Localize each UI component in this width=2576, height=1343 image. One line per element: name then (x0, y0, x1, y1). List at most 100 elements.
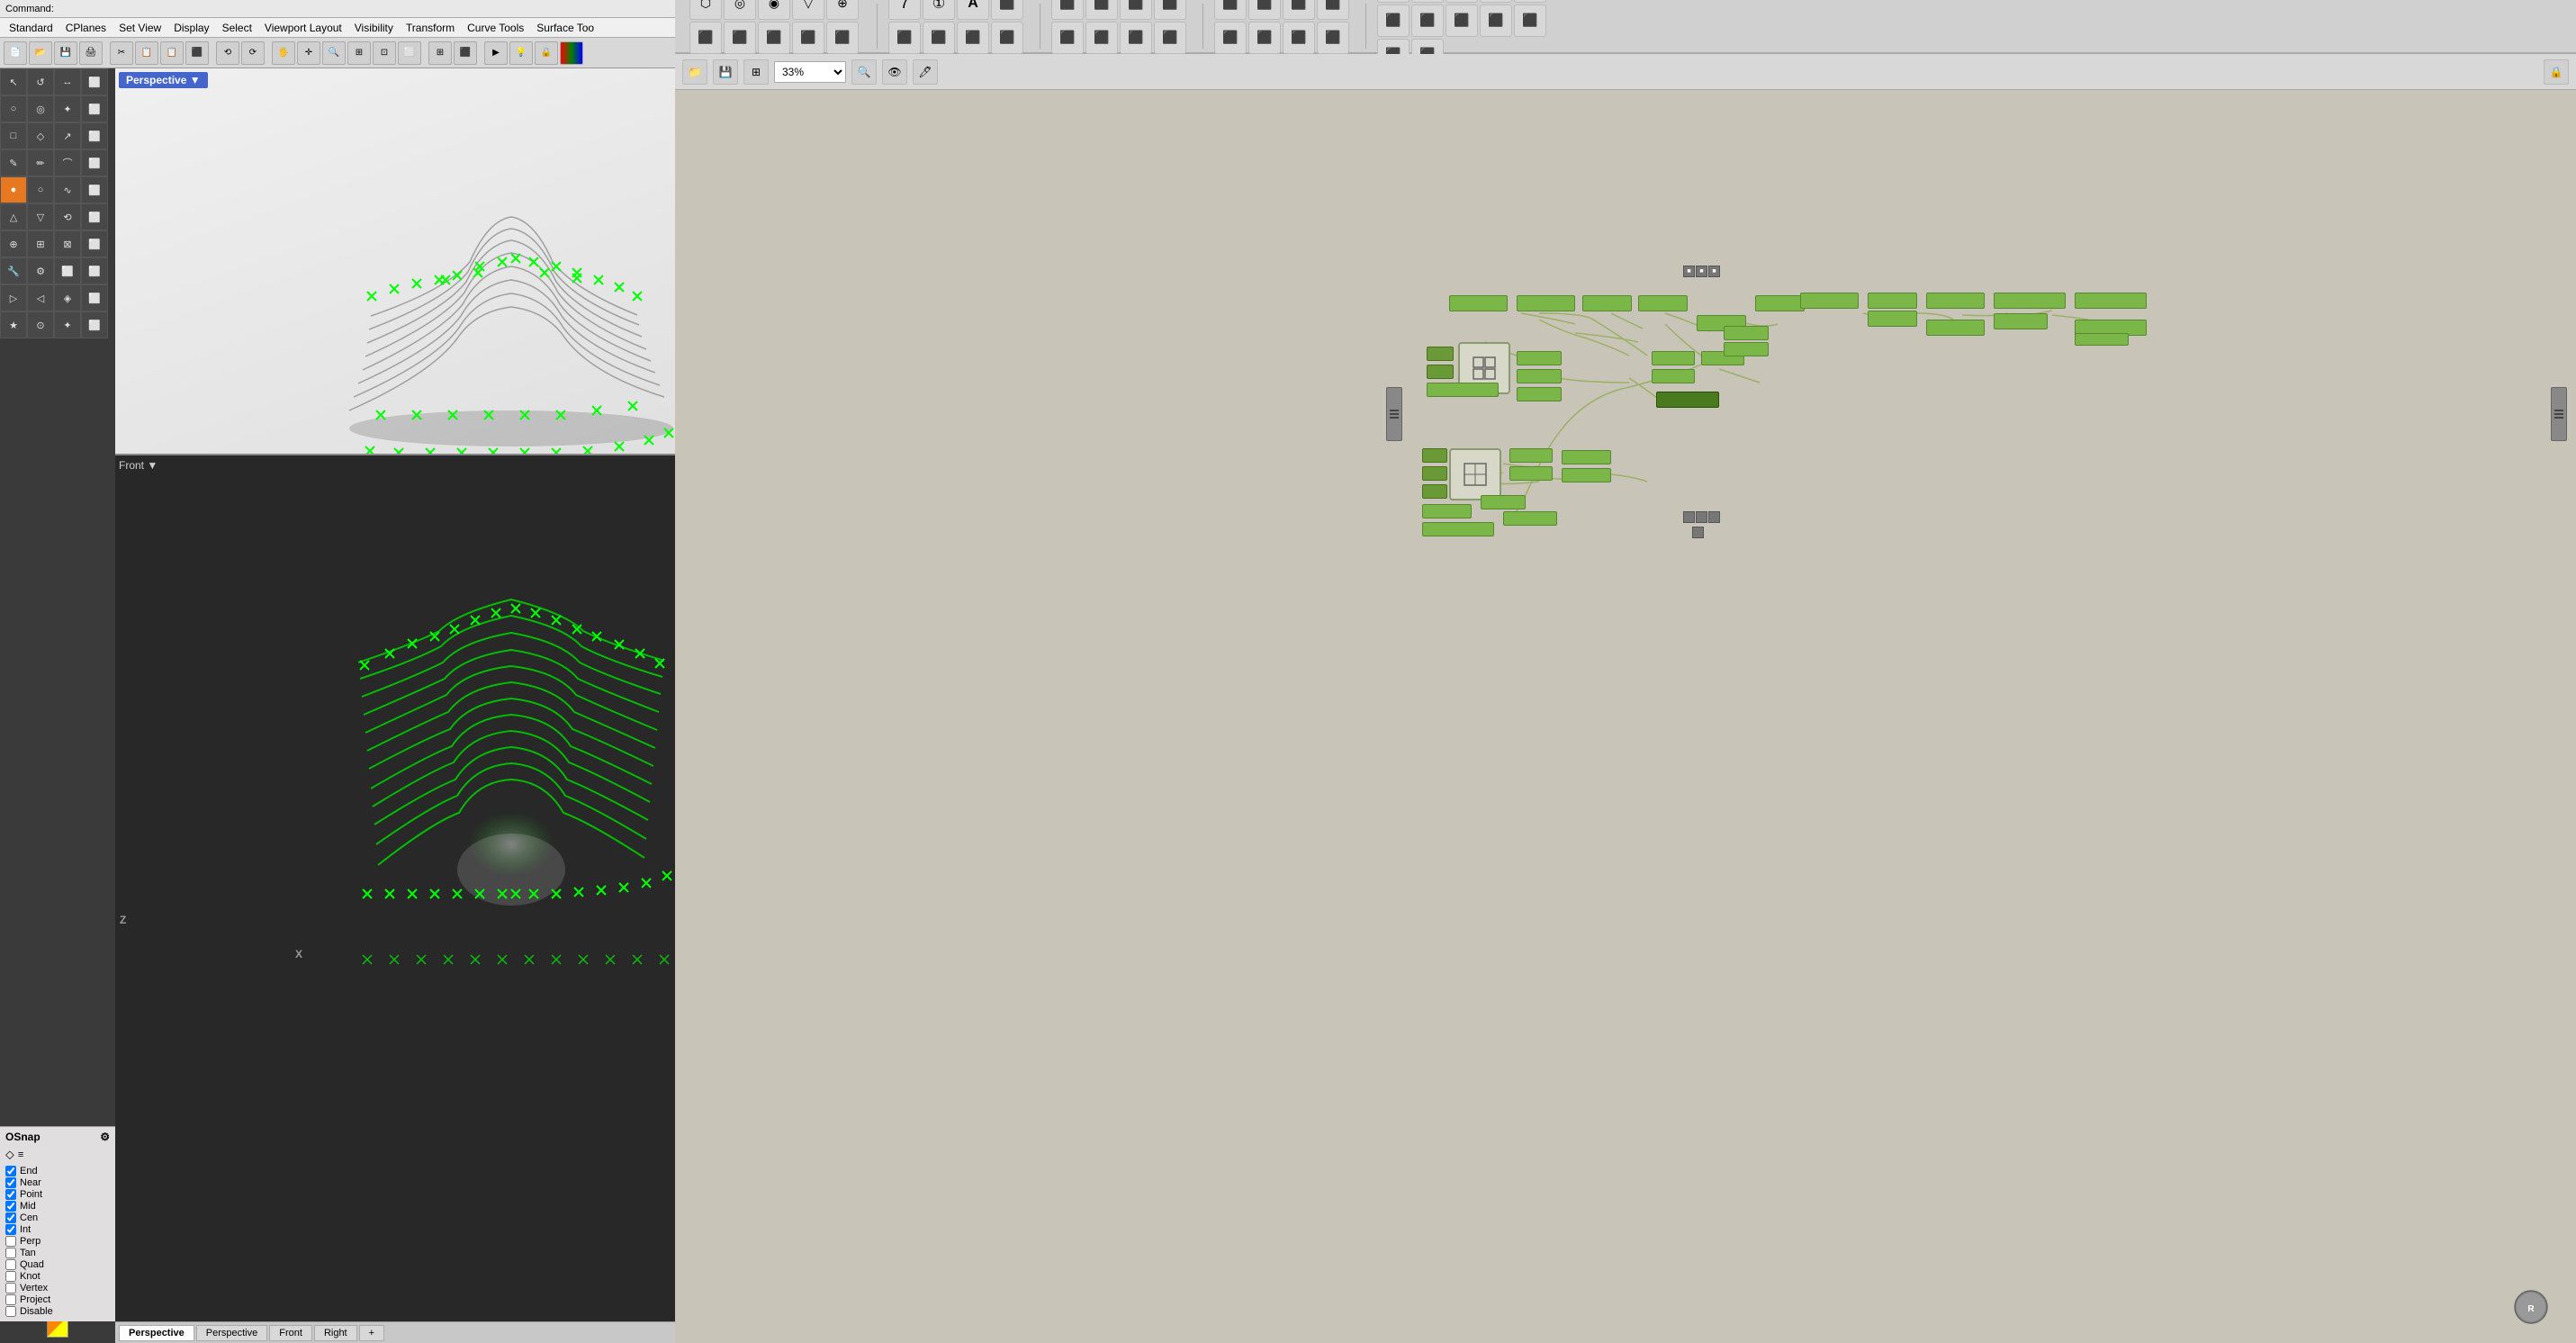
pencil-tool[interactable]: ✏ (27, 149, 54, 176)
gh-btn-6[interactable]: ⬛ (689, 22, 722, 54)
add-tool[interactable]: ⊕ (0, 230, 27, 257)
osnap-disable[interactable]: Disable (5, 1306, 110, 1317)
gh-p1-left-2[interactable] (1427, 365, 1454, 379)
menu-display[interactable]: Display (168, 20, 214, 36)
gh-prim-btn-2[interactable]: ① (923, 0, 955, 20)
open-btn[interactable]: 📂 (29, 41, 52, 65)
menu-surfacetools[interactable]: Surface Too (531, 20, 599, 36)
tool-r10c4[interactable]: ⬜ (81, 311, 108, 338)
osnap-quad[interactable]: Quad (5, 1259, 110, 1270)
gh-input-btn-7[interactable]: ⬛ (1120, 22, 1152, 54)
gh-zoom-select[interactable]: 33%50%75%100% (774, 61, 846, 83)
menu-transform[interactable]: Transform (401, 20, 460, 36)
tool-r8c4[interactable]: ⬜ (81, 257, 108, 284)
point-tool[interactable]: ● (0, 176, 27, 203)
gh-open-btn[interactable]: 📁 (682, 59, 707, 85)
menu-cplanes[interactable]: CPlanes (60, 20, 112, 36)
tool-r7c4[interactable]: ⬜ (81, 230, 108, 257)
osnap-end[interactable]: End (5, 1166, 110, 1176)
gh-input-btn-4[interactable]: ⬛ (1154, 0, 1186, 20)
zoom-win-btn[interactable]: ⬜ (398, 41, 421, 65)
gh-corner-btn-2[interactable]: ■ (1696, 266, 1707, 277)
tab-add[interactable]: + (359, 1325, 384, 1341)
undo-btn[interactable]: ⟲ (216, 41, 239, 65)
viewport-perspective[interactable]: Perspective ▼ (115, 68, 675, 455)
gh-prim-btn-7[interactable]: ⬛ (957, 22, 989, 54)
transform-tool[interactable]: ↔ (54, 68, 81, 95)
gh-util-btn-4[interactable]: ⬛ (1480, 0, 1512, 3)
gh-util-btn-8[interactable]: ⬛ (1446, 5, 1478, 37)
fav-tool[interactable]: ★ (0, 311, 27, 338)
gh-zoom-fit-btn[interactable]: ⊞ (743, 59, 769, 85)
osnap-tan[interactable]: Tan (5, 1248, 110, 1258)
gh-prim-btn-3[interactable]: A (957, 0, 989, 20)
gh-lock-btn[interactable]: 🔒 (2544, 59, 2569, 85)
gh-btn-10[interactable]: ⬛ (826, 22, 859, 54)
gh-mid-1[interactable] (1652, 351, 1695, 365)
gh-corner-btn-3[interactable]: ■ (1708, 266, 1720, 277)
move-btn[interactable]: ✛ (297, 41, 320, 65)
gh-util-btn-6[interactable]: ⬛ (1377, 5, 1410, 37)
gh-btn-8[interactable]: ⬛ (758, 22, 790, 54)
gh-p2-l3[interactable] (1422, 484, 1447, 499)
gh-util-btn-7[interactable]: ⬛ (1411, 5, 1444, 37)
gh-corner-btn-bottom-3[interactable] (1708, 511, 1720, 523)
cut-btn[interactable]: ✂ (110, 41, 133, 65)
gh-node-r2[interactable] (1868, 293, 1917, 309)
gh-rhino-btn-2[interactable]: ⬛ (1248, 0, 1281, 20)
osnap-near[interactable]: Near (5, 1177, 110, 1188)
gh-p2-r3[interactable] (1562, 450, 1611, 464)
tool-r9c4[interactable]: ⬜ (81, 284, 108, 311)
play-tool[interactable]: ▷ (0, 284, 27, 311)
new-btn[interactable]: 📄 (4, 41, 27, 65)
diamond-tool[interactable]: ◇ (27, 122, 54, 149)
color-btn[interactable] (560, 41, 583, 65)
menu-setview[interactable]: Set View (113, 20, 167, 36)
circle-tool[interactable]: ○ (0, 95, 27, 122)
pan-btn[interactable]: 🖐 (272, 41, 295, 65)
osnap-point[interactable]: Point (5, 1189, 110, 1200)
gh-btn-2[interactable]: ◎ (724, 0, 756, 20)
lock-btn[interactable]: 🔒 (535, 41, 558, 65)
gh-rhino-btn-5[interactable]: ⬛ (1214, 22, 1247, 54)
gh-left-sidebar-toggle[interactable] (1386, 387, 1402, 441)
tool-r4c4[interactable]: ⬜ (81, 149, 108, 176)
osnap-project[interactable]: Project (5, 1294, 110, 1305)
arc-tool[interactable]: ⌒ (54, 149, 81, 176)
tool-r6c4[interactable]: ⬜ (81, 203, 108, 230)
gh-node-r10[interactable] (2075, 333, 2129, 346)
gh-save-btn[interactable]: 💾 (713, 59, 738, 85)
up-tri-tool[interactable]: △ (0, 203, 27, 230)
sun-tool[interactable]: ⊙ (27, 311, 54, 338)
front-viewport-label[interactable]: Front ▼ (119, 459, 158, 472)
ring-tool[interactable]: ○ (27, 176, 54, 203)
back-tool[interactable]: ◁ (27, 284, 54, 311)
gh-rhino-btn-3[interactable]: ⬛ (1283, 0, 1315, 20)
menu-curvetools[interactable]: Curve Tools (462, 20, 529, 36)
tool-r3c4[interactable]: ⬜ (81, 122, 108, 149)
gh-prim-btn-1[interactable]: 7 (888, 0, 921, 20)
tab-right[interactable]: Right (314, 1325, 357, 1341)
menu-vplayout[interactable]: Viewport Layout (259, 20, 347, 36)
rotate-tool[interactable]: ↺ (27, 68, 54, 95)
gh-rhino-btn-4[interactable]: ⬛ (1317, 0, 1349, 20)
arrow-tool[interactable]: ↗ (54, 122, 81, 149)
gh-prim-btn-4[interactable]: ⬛ (991, 0, 1023, 20)
gh-input-btn-6[interactable]: ⬛ (1085, 22, 1118, 54)
osnap-settings-icon[interactable]: ⚙ (100, 1131, 110, 1143)
gh-node-row1-4[interactable] (1638, 295, 1688, 311)
gear-tool[interactable]: ⚙ (27, 257, 54, 284)
gh-p2-r1[interactable] (1509, 448, 1553, 463)
gh-btn-3[interactable]: ◉ (758, 0, 790, 20)
gh-node-r1[interactable] (1800, 293, 1859, 309)
gh-mid-4[interactable] (1724, 326, 1769, 340)
wave-tool[interactable]: ∿ (54, 176, 81, 203)
gh-p2-l2[interactable] (1422, 466, 1447, 481)
gh-panel-node-2[interactable] (1449, 448, 1501, 500)
gh-btn-1[interactable]: ⬡ (689, 0, 722, 20)
gh-input-btn-1[interactable]: ⬛ (1051, 0, 1084, 20)
grid-tool[interactable]: ⊞ (27, 230, 54, 257)
gh-rhino-btn-1[interactable]: ⬛ (1214, 0, 1247, 20)
gh-node-row1-2[interactable] (1517, 295, 1575, 311)
curve-tool[interactable]: ✎ (0, 149, 27, 176)
